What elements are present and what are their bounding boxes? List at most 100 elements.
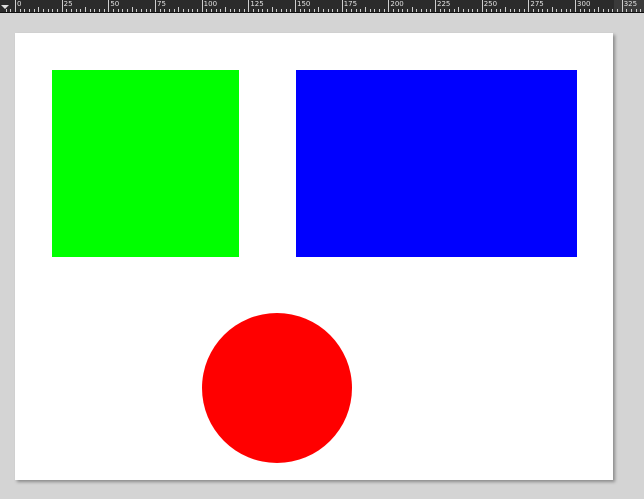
ruler-tick <box>52 9 54 12</box>
ruler-tick <box>323 9 325 12</box>
ruler-label: 175 <box>343 0 358 8</box>
ruler-tick <box>313 9 315 12</box>
ruler-tick <box>117 9 119 12</box>
ruler-tick <box>94 9 96 12</box>
ruler-tick <box>416 9 418 12</box>
ruler-tick <box>253 9 255 12</box>
ruler-tick <box>617 9 619 12</box>
ruler-label: 275 <box>530 0 544 8</box>
ruler-tick <box>131 7 133 12</box>
ruler-tick <box>262 9 264 12</box>
ruler-tick <box>495 9 497 12</box>
ruler-tick <box>458 7 460 12</box>
ruler-tick <box>243 9 245 12</box>
ruler-tick <box>449 9 451 12</box>
ruler-tick <box>38 7 40 12</box>
ruler-tick <box>327 9 329 12</box>
ruler-tick <box>145 9 147 12</box>
ruler-tick <box>332 9 334 12</box>
ruler-label: 75 <box>157 0 166 8</box>
blue-rectangle[interactable] <box>296 70 577 257</box>
ruler-tick <box>430 9 432 12</box>
red-circle[interactable] <box>202 313 352 463</box>
ruler-tick <box>435 0 437 12</box>
ruler-tick <box>425 9 427 12</box>
ruler-tick <box>547 9 549 12</box>
ruler-tick <box>271 7 273 12</box>
horizontal-ruler[interactable]: 0 25 50 75 100 125 150 175 200 225 250 275 300 325 <box>0 0 644 13</box>
ruler-tick <box>589 9 591 12</box>
ruler-label: 0 <box>17 0 22 8</box>
ruler-tick <box>5 9 7 12</box>
ruler-tick <box>24 9 26 12</box>
ruler-tick <box>309 9 311 12</box>
ruler-tick <box>467 9 469 12</box>
ruler-tick <box>341 0 343 12</box>
ruler-tick <box>575 0 577 12</box>
ruler-tick <box>220 9 222 12</box>
ruler-tick <box>360 9 362 12</box>
ruler-tick <box>122 9 124 12</box>
ruler-tick <box>211 9 212 12</box>
ruler-tick <box>402 9 404 12</box>
ruler-tick <box>612 9 614 12</box>
ruler-tick <box>295 0 297 12</box>
ruler-tick <box>304 9 306 12</box>
ruler-tick <box>276 9 278 12</box>
ruler-tick <box>365 7 367 12</box>
ruler-tick <box>229 9 231 12</box>
ruler-tick <box>514 9 516 12</box>
ruler-tick <box>626 9 628 12</box>
ruler-tick <box>369 9 371 12</box>
ruler-tick <box>267 9 269 12</box>
ruler-tick <box>397 9 399 12</box>
ruler-tick <box>290 9 292 12</box>
ruler-tick <box>192 9 194 12</box>
ruler-tick <box>411 7 413 12</box>
ruler-tick <box>201 0 203 12</box>
ruler-tick <box>579 9 581 12</box>
ruler-tick <box>108 0 110 12</box>
ruler-tick <box>519 9 521 12</box>
ruler-tick <box>173 9 175 12</box>
ruler-tick <box>197 9 198 12</box>
canvas-page[interactable] <box>15 33 613 480</box>
ruler-tick <box>281 9 283 12</box>
ruler-tick <box>551 7 553 12</box>
ruler-tick <box>533 9 535 12</box>
ruler-label: 100 <box>203 0 218 8</box>
ruler-tick <box>159 9 161 12</box>
ruler-tick <box>285 9 287 12</box>
ruler-tick <box>491 9 493 12</box>
ruler-tick <box>593 9 595 12</box>
ruler-tick <box>463 9 465 12</box>
ruler-tick <box>453 9 455 12</box>
ruler-tick <box>215 9 217 12</box>
ruler-tick <box>481 0 483 12</box>
ruler-tick <box>635 9 637 12</box>
ruler-tick <box>113 9 114 12</box>
green-rectangle[interactable] <box>52 70 239 257</box>
ruler-tick <box>187 9 189 12</box>
ruler-tick <box>103 9 105 12</box>
ruler-tick <box>337 9 339 12</box>
ruler-label: 300 <box>577 0 591 8</box>
ruler-tick <box>472 9 474 12</box>
ruler-tick <box>477 9 479 12</box>
ruler-tick <box>183 9 184 12</box>
ruler-label: 200 <box>390 0 404 8</box>
ruler-tick <box>155 0 156 12</box>
ruler-tick <box>407 9 409 12</box>
ruler-tick <box>603 9 605 12</box>
ruler-tick <box>57 9 58 12</box>
ruler-tick <box>556 9 558 12</box>
ruler-tick <box>239 9 241 12</box>
ruler-tick <box>225 7 226 12</box>
ruler-tick <box>318 7 320 12</box>
ruler-tick <box>248 0 250 12</box>
ruler-tick <box>80 9 82 12</box>
ruler-tick <box>33 9 35 12</box>
ruler-tick <box>486 9 488 12</box>
ruler-tick <box>631 9 633 12</box>
ruler-label: 250 <box>483 0 498 8</box>
